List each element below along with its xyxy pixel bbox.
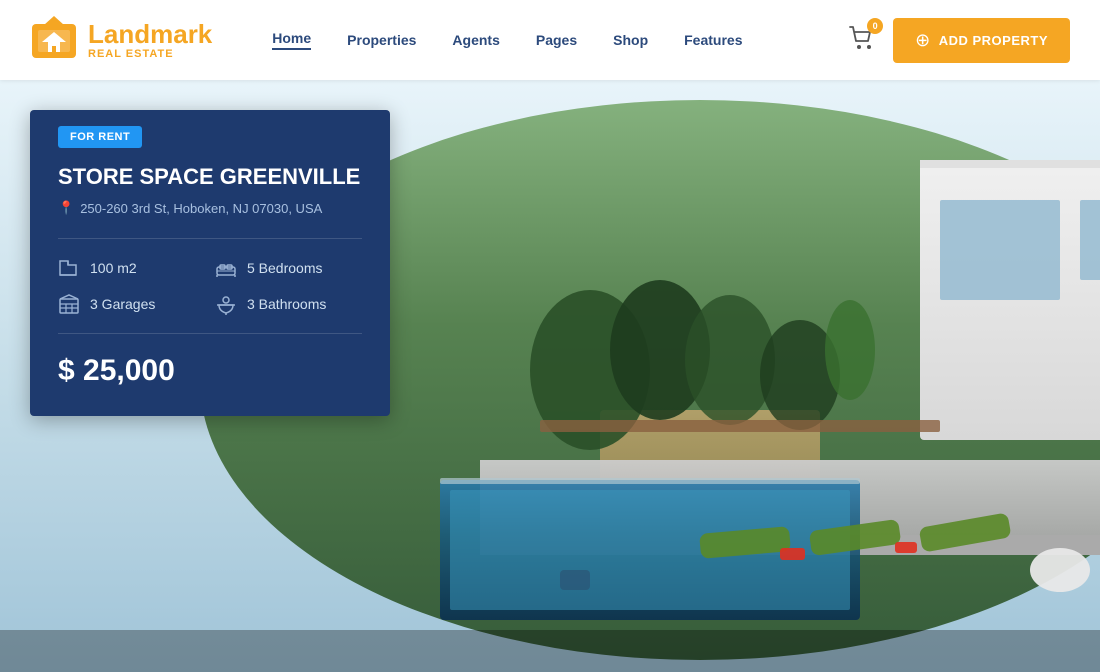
area-icon [58,257,80,279]
feature-area: 100 m2 [58,257,205,279]
logo-subtitle: Real Estate [88,48,212,60]
nav-pages[interactable]: Pages [536,32,577,48]
bath-icon [215,293,237,315]
property-price: $ 25,000 [30,354,390,388]
logo-text: Landmark Real Estate [88,20,212,61]
for-rent-badge: FOR RENT [58,126,142,148]
plus-icon: ⊕ [915,30,931,51]
nav-home[interactable]: Home [272,30,311,50]
main-nav: Home Properties Agents Pages Shop Featur… [272,30,849,50]
logo[interactable]: Landmark Real Estate [30,16,212,64]
hero-section: FOR RENT STORE SPACE GREENVILLE 📍 250-26… [0,80,1100,672]
add-property-button[interactable]: ⊕ ADD PROPERTY [893,18,1070,63]
pin-icon: 📍 [58,200,74,216]
nav-shop[interactable]: Shop [613,32,648,48]
building-right [825,110,1100,376]
property-title: STORE SPACE GREENVILLE [30,164,390,190]
property-address: 📍 250-260 3rd St, Hoboken, NJ 07030, USA [30,200,390,216]
feature-bedrooms: 5 Bedrooms [215,257,362,279]
bed-icon [215,257,237,279]
nav-right: 0 ⊕ ADD PROPERTY [849,18,1070,63]
cart-badge: 0 [867,18,883,34]
property-features: 100 m2 5 Bedrooms [30,257,390,315]
feature-garages: 3 Garages [58,293,205,315]
divider-bottom [58,333,362,334]
garage-icon [58,293,80,315]
nav-properties[interactable]: Properties [347,32,416,48]
cart-button[interactable]: 0 [849,25,875,56]
nav-agents[interactable]: Agents [452,32,499,48]
property-card: FOR RENT STORE SPACE GREENVILLE 📍 250-26… [30,110,390,416]
nav-features[interactable]: Features [684,32,742,48]
divider-top [58,238,362,239]
logo-name: Landmark [88,20,212,49]
logo-icon [30,16,78,64]
header: Landmark Real Estate Home Properties Age… [0,0,1100,80]
feature-bathrooms: 3 Bathrooms [215,293,362,315]
